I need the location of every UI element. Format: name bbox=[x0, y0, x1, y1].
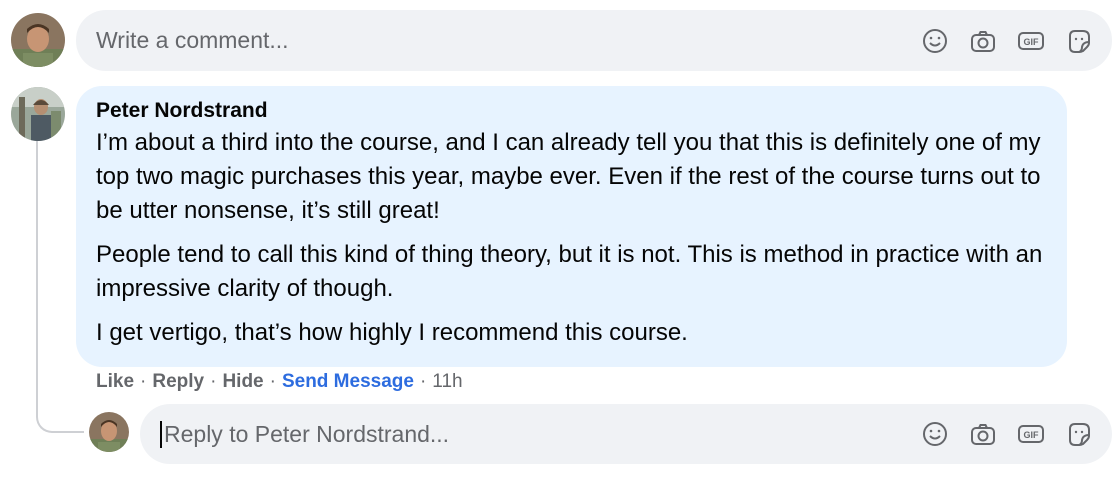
svg-text:GIF: GIF bbox=[1024, 37, 1040, 47]
gif-icon[interactable]: GIF bbox=[1016, 419, 1046, 449]
action-separator: · bbox=[269, 371, 276, 392]
like-action[interactable]: Like bbox=[96, 371, 134, 393]
comment-paragraph-1: I’m about a third into the course, and I… bbox=[96, 129, 1041, 224]
action-separator: · bbox=[419, 371, 427, 392]
comment-paragraph-3: I get vertigo, that’s how highly I recom… bbox=[96, 319, 688, 346]
composer-icon-row: GIF bbox=[920, 26, 1112, 56]
comment-paragraph-2: People tend to call this kind of thing t… bbox=[96, 241, 1043, 302]
comment-author-name[interactable]: Peter Nordstrand bbox=[96, 98, 1047, 124]
reply-action[interactable]: Reply bbox=[152, 371, 204, 393]
gif-icon[interactable]: GIF bbox=[1016, 26, 1046, 56]
commenter-avatar[interactable] bbox=[11, 87, 65, 141]
comment-timestamp[interactable]: 11h bbox=[432, 371, 462, 393]
write-comment-box: GIF bbox=[76, 10, 1112, 71]
reply-input[interactable] bbox=[160, 420, 920, 448]
sticker-icon[interactable] bbox=[1064, 419, 1094, 449]
sticker-icon[interactable] bbox=[1064, 26, 1094, 56]
reply-user-avatar[interactable] bbox=[89, 412, 129, 452]
emoji-icon[interactable] bbox=[920, 419, 950, 449]
current-user-avatar[interactable] bbox=[11, 13, 65, 67]
action-separator: · bbox=[210, 371, 217, 392]
send-message-action[interactable]: Send Message bbox=[282, 371, 414, 393]
svg-text:GIF: GIF bbox=[1024, 430, 1040, 440]
action-separator: · bbox=[140, 371, 147, 392]
comment-actions: Like · Reply · Hide · Send Message · 11h bbox=[96, 371, 463, 393]
emoji-icon[interactable] bbox=[920, 26, 950, 56]
write-comment-input[interactable] bbox=[96, 27, 920, 54]
hide-action[interactable]: Hide bbox=[222, 371, 263, 393]
camera-icon[interactable] bbox=[968, 26, 998, 56]
reply-icon-row: GIF bbox=[920, 419, 1112, 449]
reply-comment-box: GIF bbox=[140, 404, 1112, 464]
camera-icon[interactable] bbox=[968, 419, 998, 449]
comment-bubble: Peter Nordstrand I’m about a third into … bbox=[76, 86, 1067, 367]
